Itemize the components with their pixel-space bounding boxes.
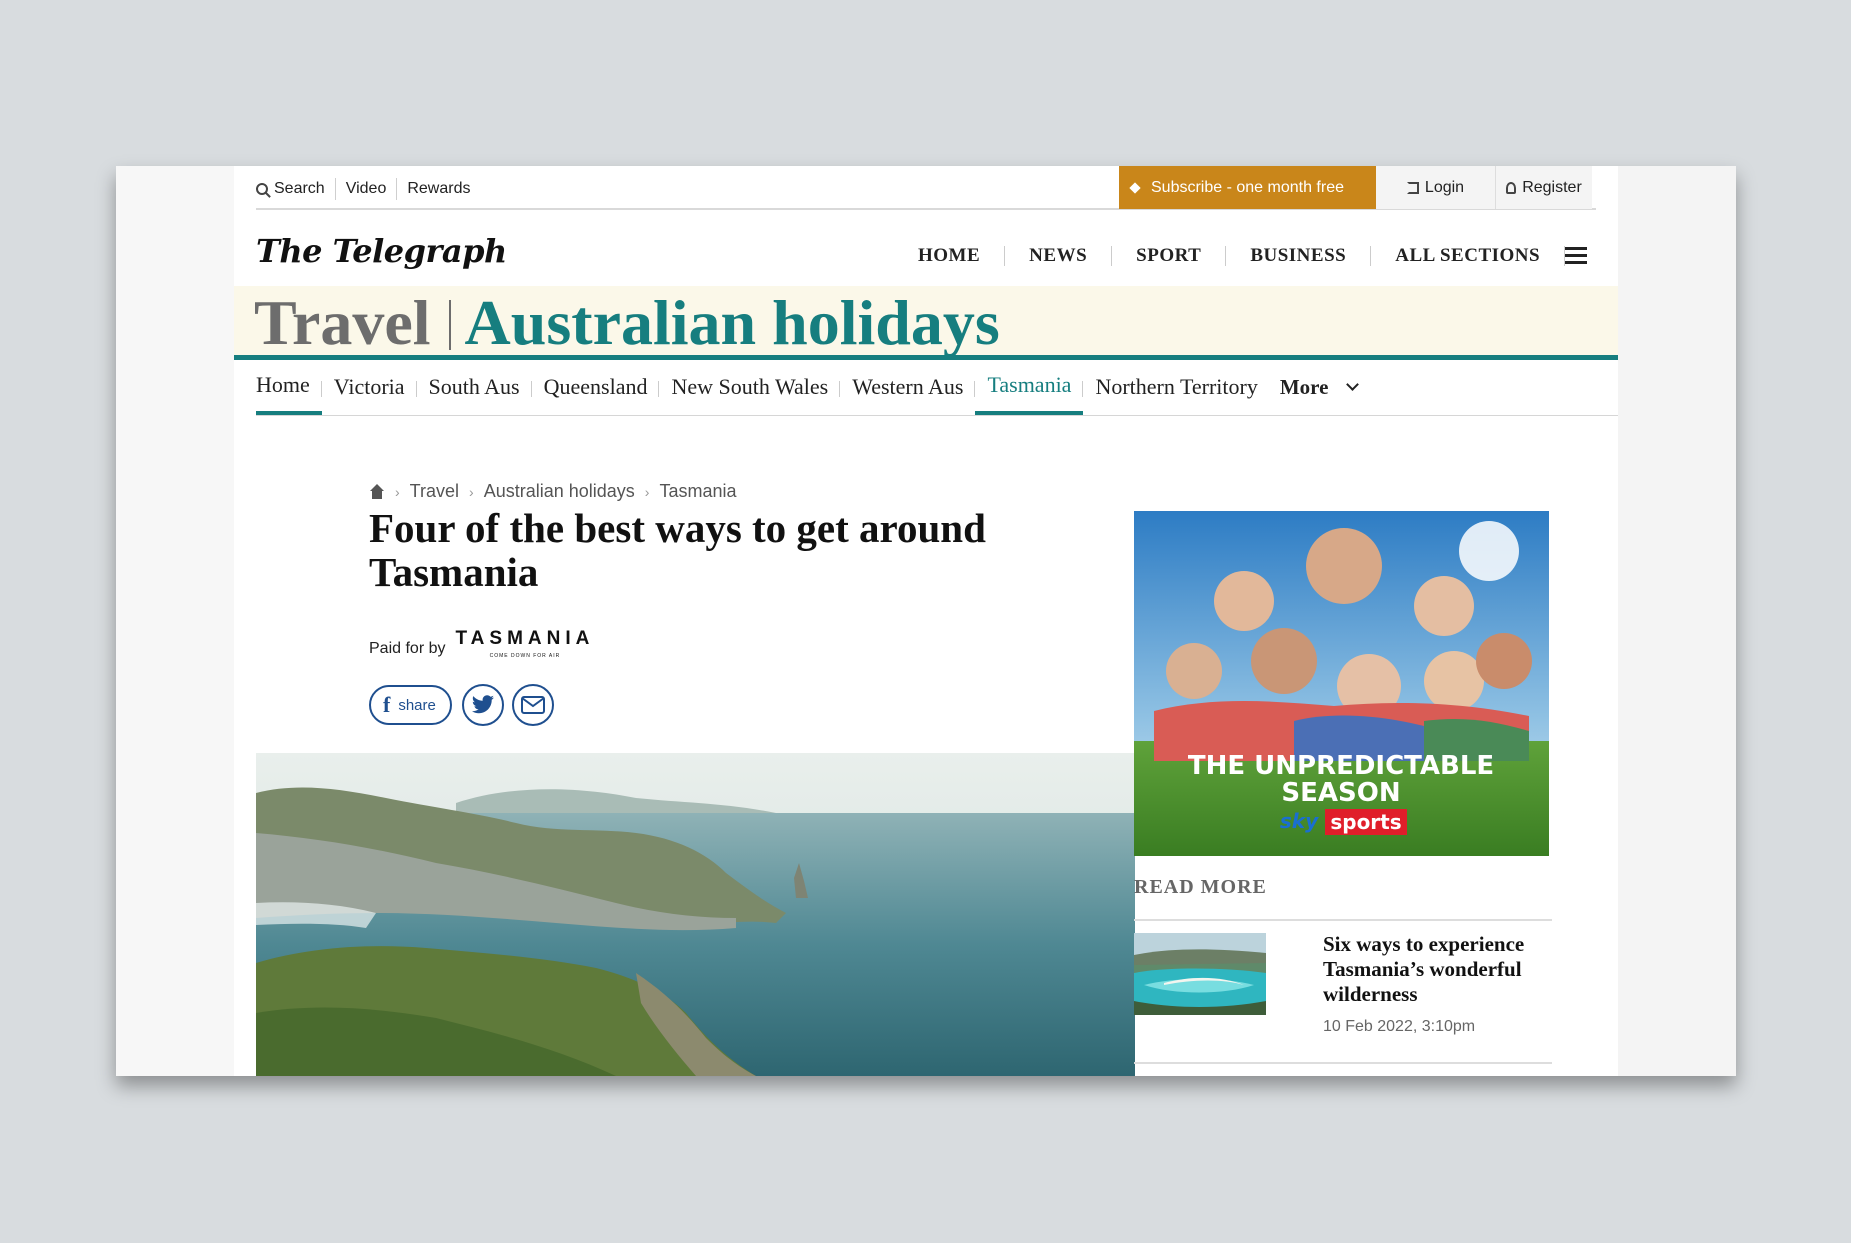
- divider: [1134, 1062, 1552, 1064]
- register-label: Register: [1522, 178, 1582, 196]
- email-share-button[interactable]: [511, 684, 554, 726]
- subscribe-button[interactable]: Subscribe - one month free: [1119, 166, 1376, 209]
- home-icon[interactable]: [369, 483, 385, 500]
- telegraph-logo[interactable]: The Telegraph: [256, 232, 507, 270]
- divider: [396, 178, 398, 200]
- subnav-victoria[interactable]: Victoria: [320, 359, 417, 415]
- article-headline: Four of the best ways to get around Tasm…: [369, 505, 986, 595]
- subnav-queensland[interactable]: Queensland: [530, 359, 660, 415]
- nav-home[interactable]: HOME: [894, 246, 1006, 266]
- sponsor-name: TASMANIA: [455, 628, 595, 649]
- rewards-link[interactable]: Rewards: [407, 180, 470, 198]
- ad-brand-sky: sky: [1280, 809, 1319, 833]
- ad-line-2: SEASON: [1281, 778, 1400, 808]
- subnav-south-aus[interactable]: South Aus: [415, 359, 532, 415]
- advertisement-sky-sports[interactable]: THE UNPREDICTABLE SEASON sky sports: [1134, 511, 1549, 856]
- facebook-share-button[interactable]: f share: [369, 685, 452, 725]
- email-icon: [520, 696, 545, 714]
- login-button[interactable]: Login: [1376, 166, 1496, 209]
- subnav-northern-territory[interactable]: Northern Territory: [1082, 359, 1269, 415]
- more-label: More: [1279, 374, 1329, 399]
- chevron-down-icon: [1346, 377, 1360, 391]
- search-link[interactable]: Search: [274, 180, 325, 198]
- chevron-right-icon: ›: [644, 483, 650, 500]
- login-label: Login: [1424, 178, 1465, 196]
- ad-brand-sports: sports: [1330, 810, 1401, 834]
- search-icon[interactable]: [256, 183, 268, 195]
- section-banner: Travel Australian holidays: [234, 286, 1618, 360]
- divider: [1134, 919, 1552, 921]
- paid-for-by-label: Paid for by: [369, 640, 446, 657]
- ad-line-1: THE UNPREDICTABLE: [1188, 751, 1494, 781]
- divider: [334, 178, 336, 200]
- section-subnav: Home Victoria South Aus Queensland New S…: [256, 359, 1618, 416]
- page-margin: [1618, 166, 1736, 1076]
- login-icon: [1406, 181, 1419, 194]
- browser-card: Search Video Rewards Subscribe - one mon…: [116, 166, 1736, 1076]
- breadcrumb: › Travel › Australian holidays › Tasmani…: [369, 481, 737, 502]
- section-subsection-link[interactable]: Australian holidays: [465, 287, 1000, 358]
- subscribe-label: Subscribe - one month free: [1151, 178, 1344, 196]
- main-nav: HOME NEWS SPORT BUSINESS ALL SECTIONS: [894, 246, 1588, 266]
- user-icon: [1506, 181, 1517, 194]
- nav-news[interactable]: NEWS: [1005, 246, 1113, 266]
- utility-links: Search Video Rewards: [256, 178, 470, 200]
- subnav-more-dropdown[interactable]: More: [1270, 359, 1360, 415]
- twitter-icon: [471, 695, 494, 714]
- read-more-thumbnail[interactable]: [1134, 933, 1266, 1015]
- chevron-right-icon: ›: [469, 483, 474, 500]
- tasmania-logo[interactable]: TASMANIA COME DOWN FOR AIR: [455, 628, 594, 659]
- section-travel-link[interactable]: Travel: [254, 287, 431, 358]
- breadcrumb-australian-holidays[interactable]: Australian holidays: [484, 481, 635, 502]
- section-title: Travel Australian holidays: [254, 286, 1000, 360]
- page: Search Video Rewards Subscribe - one mon…: [234, 166, 1618, 1076]
- nav-all-sections[interactable]: ALL SECTIONS: [1371, 246, 1566, 266]
- read-more-date: 10 Feb 2022, 3:10pm: [1323, 1018, 1476, 1035]
- sponsor-tagline: COME DOWN FOR AIR: [489, 653, 561, 659]
- share-label: share: [398, 696, 436, 714]
- twitter-share-button[interactable]: [461, 684, 504, 726]
- divider: [448, 300, 451, 350]
- read-more-heading: READ MORE: [1134, 876, 1267, 898]
- nav-sport[interactable]: SPORT: [1112, 246, 1227, 266]
- sponsor-block: Paid for by TASMANIA COME DOWN FOR AIR: [369, 628, 594, 659]
- breadcrumb-tasmania[interactable]: Tasmania: [659, 481, 736, 502]
- subnav-home[interactable]: Home: [256, 359, 322, 415]
- breadcrumb-travel[interactable]: Travel: [410, 481, 459, 502]
- register-button[interactable]: Register: [1496, 166, 1592, 209]
- chevron-right-icon: ›: [395, 483, 400, 500]
- subnav-western-aus[interactable]: Western Aus: [839, 359, 975, 415]
- hero-image-tasmania-coast: [256, 753, 1135, 1076]
- video-link[interactable]: Video: [346, 180, 387, 198]
- subnav-tasmania[interactable]: Tasmania: [974, 359, 1084, 415]
- read-more-title[interactable]: Six ways to experience Tasmania’s wonder…: [1323, 932, 1553, 1007]
- nav-business[interactable]: BUSINESS: [1226, 246, 1372, 266]
- facebook-icon: f: [383, 692, 391, 717]
- menu-icon[interactable]: [1565, 247, 1588, 265]
- diamond-icon: [1129, 181, 1141, 194]
- subnav-new-south-wales[interactable]: New South Wales: [658, 359, 840, 415]
- share-buttons: f share: [369, 684, 562, 726]
